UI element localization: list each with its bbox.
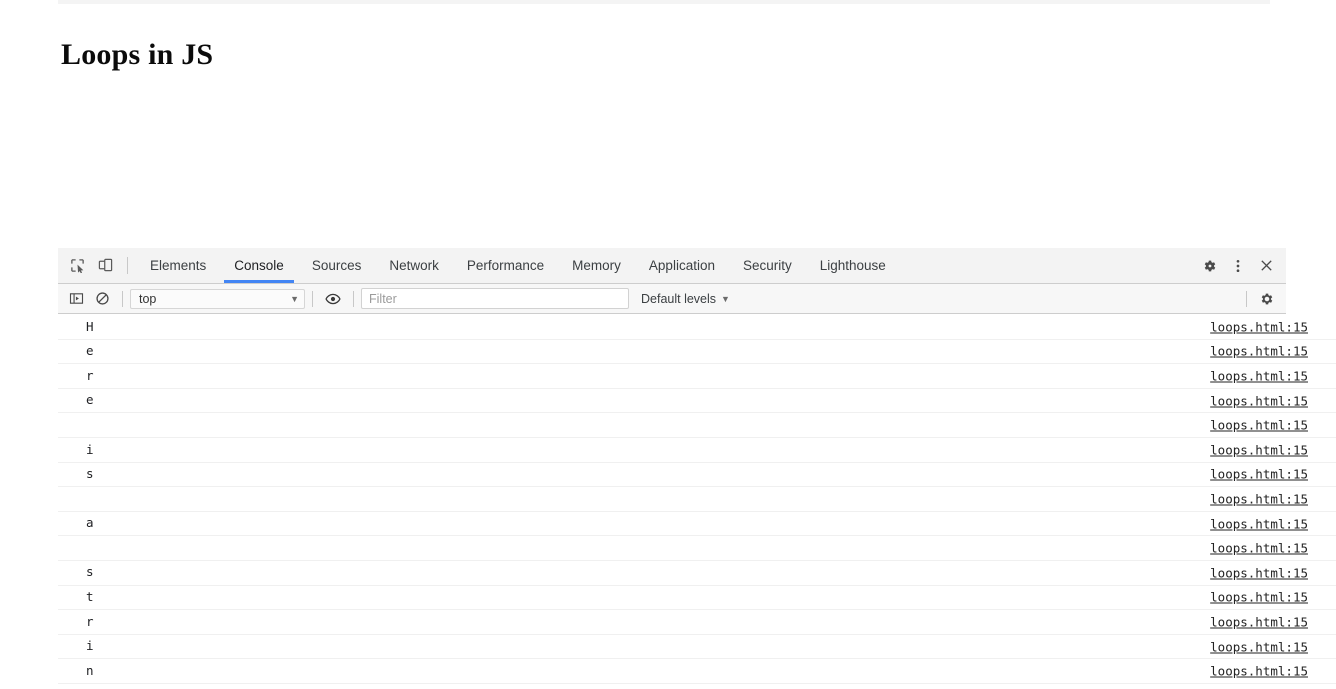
live-expression-eye-icon[interactable] — [320, 291, 346, 307]
kebab-menu-icon[interactable] — [1224, 258, 1252, 274]
console-settings-group — [1239, 290, 1286, 307]
console-message-row[interactable]: loops.html:15 — [58, 487, 1336, 512]
console-message-text: i — [86, 638, 94, 654]
console-source-link[interactable]: loops.html:15 — [1210, 491, 1308, 506]
clear-console-icon[interactable] — [89, 291, 115, 306]
console-source-link[interactable]: loops.html:15 — [1210, 393, 1308, 408]
console-message-text: n — [86, 662, 94, 678]
filterbar-divider — [1246, 290, 1247, 307]
console-message-row[interactable]: e loops.html:15 — [58, 340, 1336, 365]
console-source-link[interactable]: loops.html:15 — [1210, 565, 1308, 580]
tab-label: Network — [389, 258, 439, 273]
tab-label: Application — [648, 258, 715, 273]
console-message-text: H — [86, 318, 94, 334]
console-message-row[interactable]: r loops.html:15 — [58, 610, 1336, 635]
tab-application[interactable]: Application — [635, 248, 729, 283]
tab-security[interactable]: Security — [729, 248, 806, 283]
filterbar-divider — [353, 290, 354, 307]
execution-context-select[interactable]: top ▼ — [130, 288, 305, 309]
console-message-row[interactable]: r loops.html:15 — [58, 364, 1336, 389]
console-source-link[interactable]: loops.html:15 — [1210, 442, 1308, 457]
toolbar-divider — [127, 257, 128, 274]
gear-icon[interactable] — [1196, 258, 1224, 274]
console-message-text: e — [86, 343, 94, 359]
tab-label: Lighthouse — [819, 258, 886, 273]
chevron-down-icon: ▼ — [290, 293, 299, 304]
console-source-link[interactable]: loops.html:15 — [1210, 639, 1308, 654]
console-message-row[interactable]: i loops.html:15 — [58, 438, 1336, 463]
console-message-text — [58, 493, 94, 506]
console-message-row[interactable]: i loops.html:15 — [58, 635, 1336, 660]
filter-placeholder: Filter — [369, 291, 397, 306]
console-source-link[interactable]: loops.html:15 — [1210, 418, 1308, 433]
console-message-text: a — [86, 515, 94, 531]
web-page-content: Loops in JS — [0, 0, 1336, 248]
tab-label: Performance — [466, 258, 545, 273]
inspect-element-icon[interactable] — [63, 248, 91, 283]
console-source-link[interactable]: loops.html:15 — [1210, 590, 1308, 605]
console-source-link[interactable]: loops.html:15 — [1210, 664, 1308, 679]
tab-lighthouse[interactable]: Lighthouse — [806, 248, 900, 283]
console-source-link[interactable]: loops.html:15 — [1210, 319, 1308, 334]
console-source-link[interactable]: loops.html:15 — [1210, 541, 1308, 556]
tab-label: Elements — [150, 258, 207, 273]
execution-context-value: top — [139, 291, 157, 306]
tab-console[interactable]: Console — [220, 248, 298, 283]
console-message-row[interactable]: loops.html:15 — [58, 536, 1336, 561]
console-message-list[interactable]: H loops.html:15 e loops.html:15 r loops.… — [58, 315, 1336, 689]
console-source-link[interactable]: loops.html:15 — [1210, 467, 1308, 482]
filterbar-divider — [122, 290, 123, 307]
tab-label: Memory — [572, 258, 621, 273]
console-message-text: t — [86, 589, 94, 605]
console-source-link[interactable]: loops.html:15 — [1210, 614, 1308, 629]
console-message-row[interactable]: t loops.html:15 — [58, 586, 1336, 611]
console-message-text: r — [86, 367, 94, 383]
console-message-text: e — [86, 392, 94, 408]
page-title: Loops in JS — [61, 38, 214, 72]
devtools-tabbar-actions — [1179, 248, 1286, 283]
console-message-row[interactable]: e loops.html:15 — [58, 389, 1336, 414]
tab-label: Sources — [311, 258, 362, 273]
console-message-text — [58, 419, 94, 432]
tab-memory[interactable]: Memory — [558, 248, 635, 283]
console-message-text — [58, 542, 94, 555]
tab-network[interactable]: Network — [375, 248, 453, 283]
chevron-down-icon: ▼ — [721, 293, 730, 304]
tab-elements[interactable]: Elements — [136, 248, 220, 283]
search-input[interactable]: Filter — [361, 288, 629, 309]
console-message-text: s — [86, 564, 94, 580]
console-message-row[interactable]: H loops.html:15 — [58, 315, 1336, 340]
console-message-text: r — [86, 613, 94, 629]
console-message-row[interactable]: a loops.html:15 — [58, 512, 1336, 537]
console-source-link[interactable]: loops.html:15 — [1210, 516, 1308, 531]
console-source-link[interactable]: loops.html:15 — [1210, 344, 1308, 359]
log-levels-select[interactable]: Default levels ▼ — [641, 292, 730, 306]
tab-label: Console — [234, 258, 284, 273]
console-message-row[interactable]: s loops.html:15 — [58, 463, 1336, 488]
devtools-tabbar: Elements Console Sources Network Perform… — [58, 248, 1286, 284]
console-sidebar-toggle-icon[interactable] — [63, 291, 89, 306]
page-top-strip — [58, 0, 1270, 4]
console-source-link[interactable]: loops.html:15 — [1210, 368, 1308, 383]
console-message-text: s — [86, 466, 94, 482]
device-toolbar-icon[interactable] — [91, 248, 119, 283]
devtools-tab-list: Elements Console Sources Network Perform… — [136, 248, 1179, 283]
close-icon[interactable] — [1252, 258, 1280, 273]
devtools-panel: Elements Console Sources Network Perform… — [58, 248, 1336, 689]
console-message-text: i — [86, 441, 94, 457]
filterbar-divider — [312, 290, 313, 307]
tab-performance[interactable]: Performance — [453, 248, 558, 283]
log-levels-label: Default levels — [641, 291, 717, 306]
console-message-row[interactable]: n loops.html:15 — [58, 659, 1336, 684]
console-message-row[interactable]: loops.html:15 — [58, 413, 1336, 438]
console-filter-toolbar: top ▼ Filter Default levels ▼ — [58, 284, 1286, 314]
gear-icon[interactable] — [1254, 291, 1280, 307]
tab-label: Security — [742, 258, 792, 273]
console-message-row[interactable]: s loops.html:15 — [58, 561, 1336, 586]
tab-sources[interactable]: Sources — [298, 248, 376, 283]
